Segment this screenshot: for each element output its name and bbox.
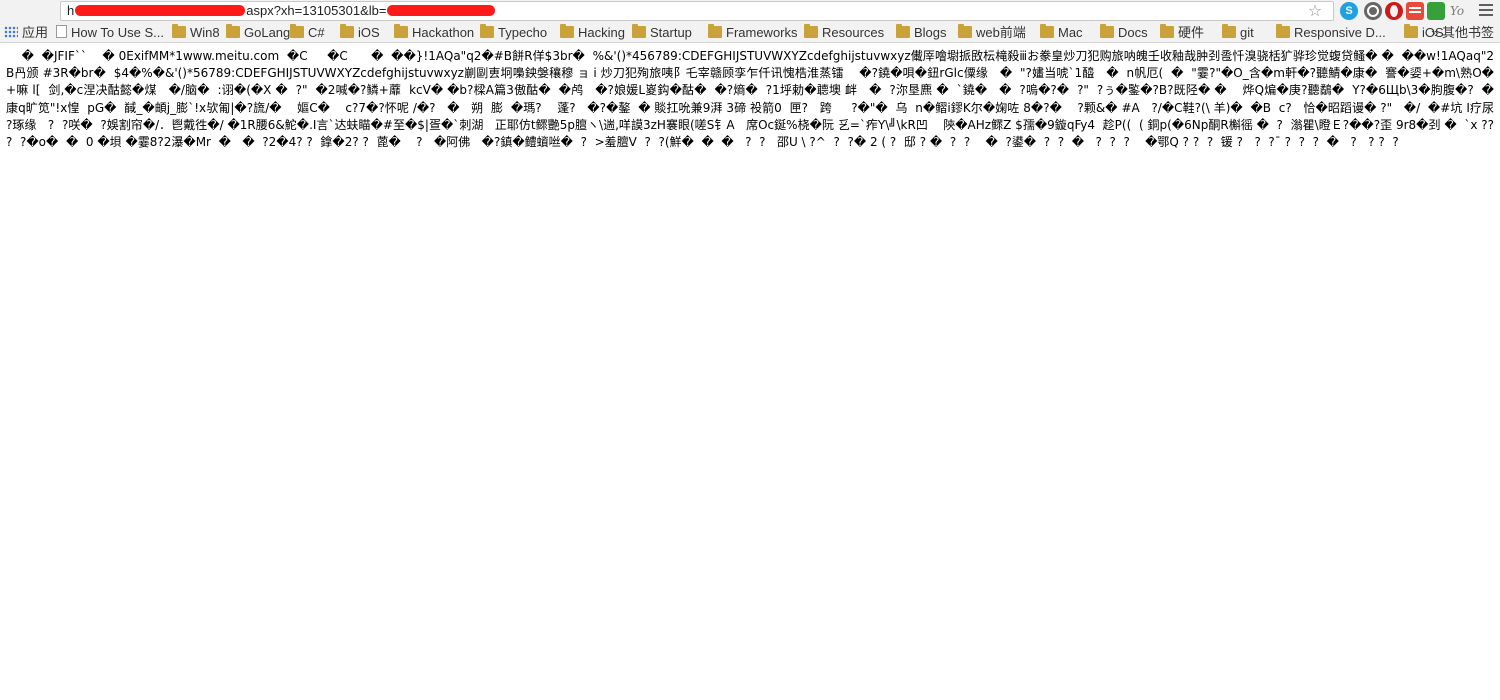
garbled-text-line: ?鎮�鳢蠀咝� ? >羞膻V ? ?(鮮� � � ? ? 邵U \ ?^ ? …	[493, 135, 1012, 150]
bookmark-label: Resources	[822, 25, 885, 40]
bookmark-label: Mac	[1058, 25, 1083, 40]
bookmark-label: 硬件	[1178, 25, 1205, 40]
bookmark-label: Docs	[1118, 25, 1148, 40]
bookmark-item-13[interactable]: web前端	[958, 23, 1026, 42]
folder-icon	[896, 24, 910, 38]
garbled-text-line: � �JFIF`` � 0ExifMM*1www.meitu.com �C �C…	[6, 49, 1394, 63]
folder-icon	[708, 24, 722, 38]
folder-icon	[480, 24, 494, 38]
garbled-text-line: 娛割帘�/．鬯戴徃�/ �1R腰6&鮀�.I言`达蚨瞄�#至�$|疍�`刺湖 正…	[106, 117, 1362, 132]
folder-icon	[1222, 24, 1236, 38]
bookmark-label: Hacking	[578, 25, 625, 40]
url-redaction-mark	[75, 5, 246, 16]
bookmark-item-16[interactable]: 硬件	[1160, 23, 1204, 42]
folder-icon	[1100, 24, 1114, 38]
bookmark-label: Startup	[650, 25, 692, 40]
bookmark-label: Blogs	[914, 25, 947, 40]
url-redaction-mark-2	[387, 5, 496, 16]
bookmark-item-14[interactable]: Mac	[1040, 23, 1083, 42]
bookmark-item-8[interactable]: Hacking	[560, 23, 625, 42]
bookmark-label: Frameworks	[726, 25, 798, 40]
bookmark-item-7[interactable]: Typecho	[480, 23, 547, 42]
bookmark-item-15[interactable]: Docs	[1100, 23, 1148, 42]
adblock-extension-icon[interactable]	[1364, 2, 1382, 20]
folder-icon	[394, 24, 408, 38]
bookmark-item-11[interactable]: Resources	[804, 23, 884, 42]
bookmark-label: git	[1240, 25, 1254, 40]
folder-icon	[226, 24, 240, 38]
folder-icon	[340, 24, 354, 38]
folder-icon	[1276, 24, 1290, 38]
folder-icon	[632, 24, 646, 38]
bookmark-label: Win8	[190, 25, 220, 40]
bookmark-item-4[interactable]: C#	[290, 23, 325, 42]
folder-icon	[958, 24, 972, 38]
pocket-extension-icon[interactable]	[1406, 2, 1424, 20]
bookmark-label: C#	[308, 25, 325, 40]
bookmark-label: Hackathon	[412, 25, 475, 40]
folder-icon	[1040, 24, 1054, 38]
bookmark-label: 应用	[22, 25, 49, 40]
folder-icon	[804, 24, 818, 38]
bookmark-item-9[interactable]: Startup	[632, 23, 692, 42]
bookmark-item-2[interactable]: Win8	[172, 23, 220, 42]
page-icon	[56, 25, 67, 38]
browser-toolbar: h aspx?xh=13105301&lb= ☆ S Yo	[0, 0, 1500, 22]
bookmark-label: Responsive D...	[1294, 25, 1386, 40]
folder-icon	[1404, 24, 1418, 38]
bookmark-label: Typecho	[498, 25, 548, 40]
bookmark-item-18[interactable]: Responsive D...	[1276, 23, 1386, 42]
bookmark-star-icon[interactable]: ☆	[1306, 2, 1324, 20]
bookmark-label: GoLang	[244, 25, 291, 40]
url-prefix: h	[67, 3, 75, 18]
skype-extension-icon[interactable]: S	[1340, 2, 1358, 20]
url-visible-text: aspx?xh=13105301&lb	[246, 3, 379, 18]
bookmark-label: iOS	[358, 25, 380, 40]
opera-extension-icon[interactable]	[1385, 2, 1403, 20]
url-suffix: =	[378, 3, 387, 18]
folder-icon	[1160, 24, 1174, 38]
bookmarks-bar: 应用 How To Use S... Win8 GoLang C# iOS Hackatho…	[0, 22, 1500, 43]
bookmark-item-12[interactable]: Blogs	[896, 23, 947, 42]
folder-icon	[560, 24, 574, 38]
bookmark-item-3[interactable]: GoLang	[226, 23, 290, 42]
folder-icon	[290, 24, 304, 38]
signature-extension-icon[interactable]: Yo	[1450, 2, 1472, 20]
address-bar[interactable]: h aspx?xh=13105301&lb=	[60, 1, 1334, 21]
bookmark-item-10[interactable]: Frameworks	[708, 23, 798, 42]
bookmark-item-5[interactable]: iOS	[340, 23, 380, 42]
bookmark-item-6[interactable]: Hackathon	[394, 23, 474, 42]
green-extension-icon[interactable]	[1427, 2, 1445, 20]
other-bookmarks-folder[interactable]: » 其他书签	[1431, 23, 1494, 42]
folder-icon	[172, 24, 186, 38]
bookmark-item-1[interactable]: How To Use S...	[56, 23, 164, 42]
bookmark-item-0[interactable]: 应用	[4, 23, 48, 42]
page-body-garbled-text: � �JFIF`` � 0ExifMM*1www.meitu.com �C �C…	[0, 44, 1500, 700]
garbled-text-line: 鍙� ? ? � ? ? ? �鄂Q ? ? ? 锾 ? ? ?ˉ ? ? ? …	[1011, 135, 1399, 150]
bookmark-label: How To Use S...	[71, 25, 164, 40]
apps-grid-icon	[4, 26, 18, 38]
bookmark-item-17[interactable]: git	[1222, 23, 1254, 42]
chrome-menu-icon[interactable]	[1479, 4, 1493, 18]
bookmark-label: web前端	[976, 25, 1026, 40]
